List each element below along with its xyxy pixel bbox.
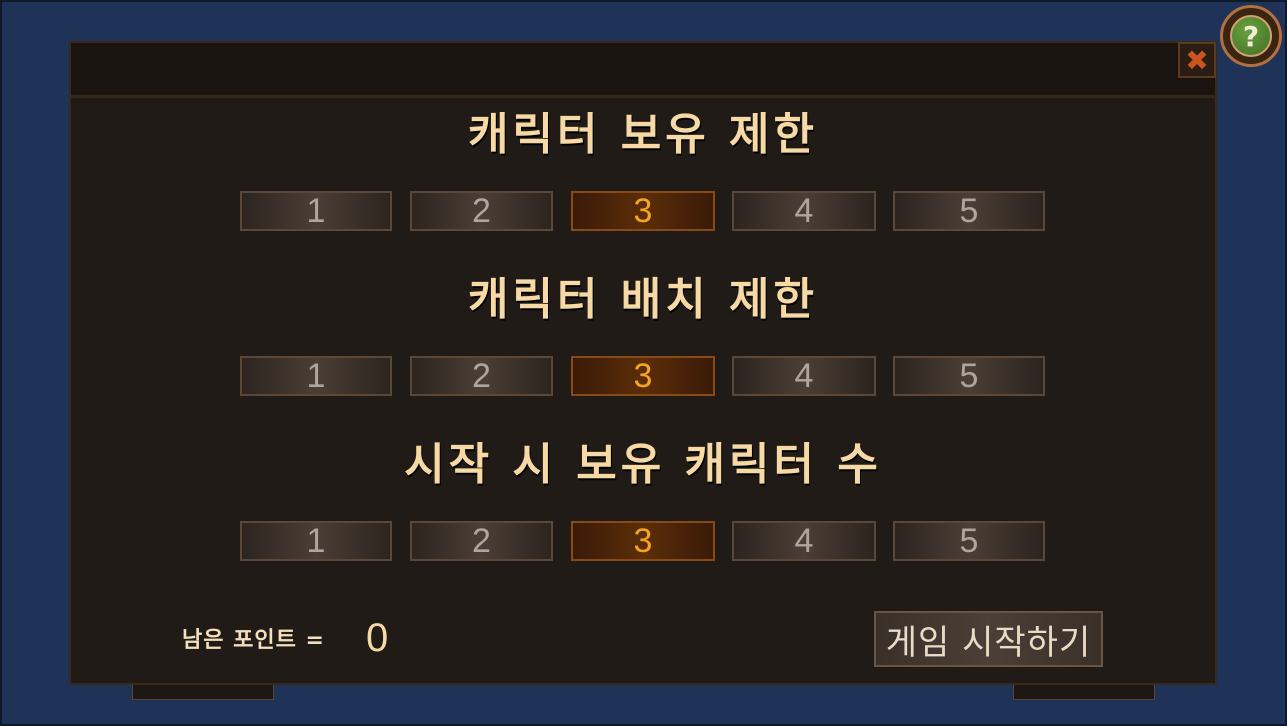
remaining-points-value: 0	[366, 616, 389, 660]
section-title-hold-limit: 캐릭터 보유 제한	[468, 109, 818, 160]
placement-limit-option-4[interactable]: 4	[732, 356, 876, 396]
starting-characters-option-1[interactable]: 1	[240, 521, 392, 561]
hold-limit-option-1[interactable]: 1	[240, 191, 392, 231]
question-icon: ?	[1230, 15, 1272, 57]
starting-characters-option-2[interactable]: 2	[410, 521, 553, 561]
placement-limit-option-1[interactable]: 1	[240, 356, 392, 396]
hold-limit-option-5[interactable]: 5	[893, 191, 1045, 231]
placement-limit-option-5[interactable]: 5	[893, 356, 1045, 396]
start-game-button[interactable]: 게임 시작하기	[874, 611, 1103, 667]
help-button[interactable]: ?	[1220, 5, 1282, 67]
remaining-points-label: 남은 포인트 =	[182, 628, 325, 653]
panel-header	[71, 43, 1215, 98]
section-title-placement-limit: 캐릭터 배치 제한	[468, 274, 818, 325]
hold-limit-option-4[interactable]: 4	[732, 191, 876, 231]
placement-limit-option-3[interactable]: 3	[571, 356, 715, 396]
section-title-starting-characters: 시작 시 보유 캐릭터 수	[404, 439, 882, 490]
close-button[interactable]: ✖	[1178, 42, 1216, 78]
placement-limit-option-2[interactable]: 2	[410, 356, 553, 396]
close-x-icon: ✖	[1185, 43, 1209, 77]
starting-characters-option-5[interactable]: 5	[893, 521, 1045, 561]
hold-limit-option-3[interactable]: 3	[571, 191, 715, 231]
hold-limit-option-2[interactable]: 2	[410, 191, 553, 231]
starting-characters-option-3[interactable]: 3	[571, 521, 715, 561]
starting-characters-option-4[interactable]: 4	[732, 521, 876, 561]
